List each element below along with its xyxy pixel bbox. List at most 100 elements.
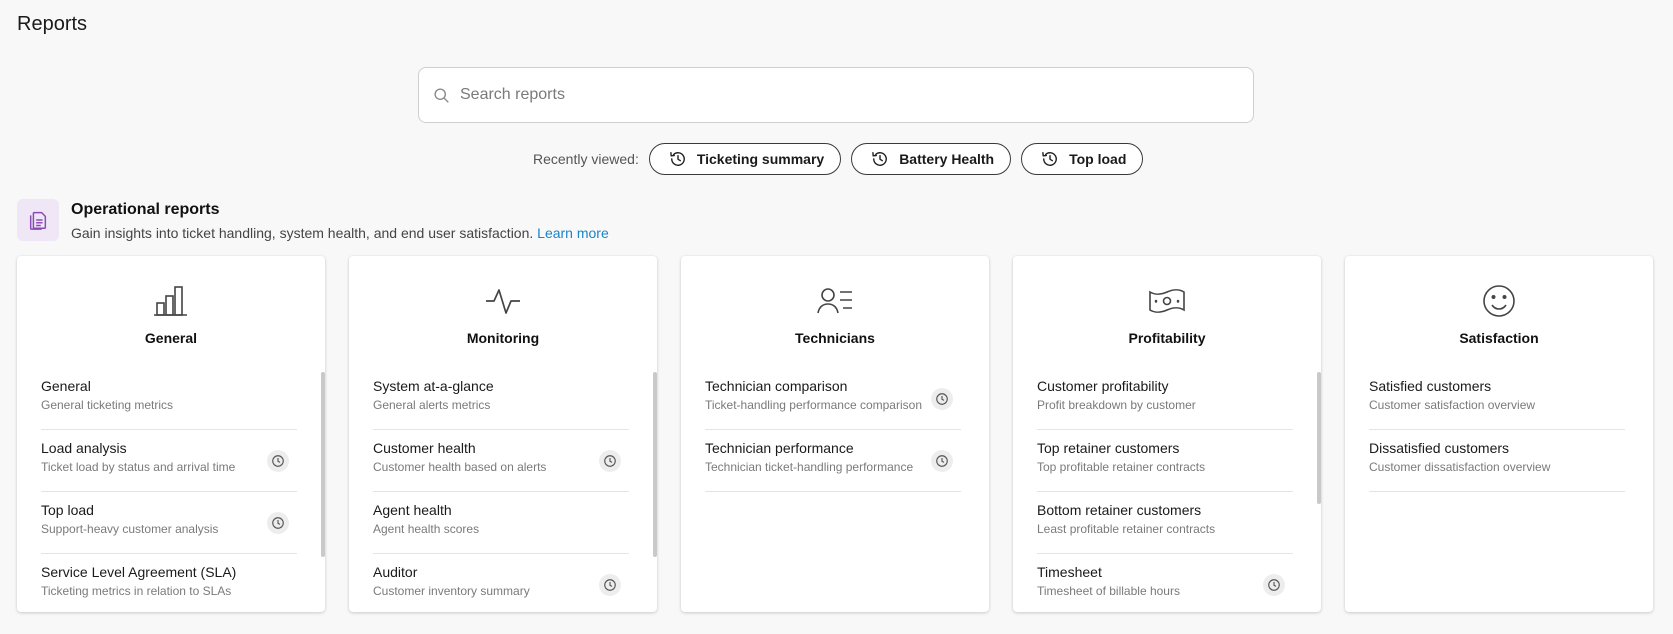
report-item-technician-comparison[interactable]: Technician comparison Ticket-handling per… [705, 368, 961, 430]
report-item-description: Customer dissatisfaction overview [1369, 460, 1551, 474]
search-bar[interactable] [418, 67, 1254, 123]
report-item-title: Auditor [373, 564, 418, 580]
report-item-title: Satisfied customers [1369, 378, 1492, 394]
report-item-description: Profit breakdown by customer [1037, 398, 1196, 412]
card-title: Profitability [1128, 330, 1206, 346]
report-item-general[interactable]: General General ticketing metrics [41, 368, 297, 430]
card-title: Satisfaction [1459, 330, 1539, 346]
report-item-title: System at-a-glance [373, 378, 494, 394]
report-item-description: Customer health based on alerts [373, 460, 547, 474]
clock-icon [1263, 574, 1285, 596]
recent-chip-top-load[interactable]: Top load [1021, 143, 1144, 175]
report-item-title: Technician comparison [705, 378, 848, 394]
report-card-satisfaction: Satisfaction Satisfied customers Customer … [1345, 256, 1653, 612]
report-item-description: General alerts metrics [373, 398, 491, 412]
section-description-text: Gain insights into ticket handling, syst… [71, 225, 534, 241]
search-input[interactable] [460, 86, 1253, 104]
card-title: Monitoring [466, 330, 540, 346]
report-card-technicians: Technicians Technician comparison Ticket-h… [681, 256, 989, 612]
clock-icon [931, 388, 953, 410]
report-item-title: Customer profitability [1037, 378, 1169, 394]
card-title: General [144, 330, 198, 346]
section-header: Operational reports Gain insights into t… [17, 199, 609, 241]
report-list: General General ticketing metrics Load ana… [41, 368, 297, 612]
report-item-description: Timesheet of billable hours [1037, 584, 1180, 598]
report-item-top-retainer-customers[interactable]: Top retainer customers Top profitable ret… [1037, 430, 1293, 492]
report-card-monitoring: Monitoring System at-a-glance General aler… [349, 256, 657, 612]
page-title: Reports [17, 13, 88, 35]
report-item-description: Customer satisfaction overview [1369, 398, 1536, 412]
recent-chip-label: Ticketing summary [696, 151, 825, 167]
recently-viewed-label: Recently viewed: [533, 151, 639, 167]
banknote-icon [1147, 281, 1187, 321]
clock-icon [599, 450, 621, 472]
report-item-title: Bottom retainer customers [1037, 502, 1202, 518]
report-item-description: Ticket-handling performance comparison [705, 398, 922, 412]
report-item-title: Customer health [373, 440, 476, 456]
report-item-description: Ticket load by status and arrival time [41, 460, 236, 474]
report-item-timesheet[interactable]: Timesheet Timesheet of billable hours [1037, 554, 1293, 612]
report-item-title: Dissatisfied customers [1369, 440, 1510, 456]
reports-icon [17, 199, 59, 241]
report-item-title: Technician performance [705, 440, 854, 456]
report-item-description: Agent health scores [373, 522, 480, 536]
history-icon [1042, 152, 1058, 166]
report-item-satisfied-customers[interactable]: Satisfied customers Customer satisfaction… [1369, 368, 1625, 430]
learn-more-link[interactable]: Learn more [537, 225, 609, 241]
report-item-bottom-retainer-customers[interactable]: Bottom retainer customers Least profitabl… [1037, 492, 1293, 554]
report-item-auditor[interactable]: Auditor Customer inventory summary [373, 554, 629, 612]
report-item-agent-health[interactable]: Agent health Agent health scores [373, 492, 629, 554]
report-item-load-analysis[interactable]: Load analysis Ticket load by status and a… [41, 430, 297, 492]
report-item-service-level-agreement-sla[interactable]: Service Level Agreement (SLA) Ticketing m… [41, 554, 297, 612]
report-list: Technician comparison Ticket-handling per… [705, 368, 961, 492]
history-icon [872, 152, 888, 166]
report-item-description: Technician ticket-handling performance [705, 460, 914, 474]
scrollbar[interactable] [1317, 372, 1321, 504]
report-item-customer-profitability[interactable]: Customer profitability Profit breakdown b… [1037, 368, 1293, 430]
report-item-title: Top load [41, 502, 94, 518]
pulse-icon [483, 281, 523, 321]
clock-icon [931, 450, 953, 472]
report-card-profitability: Profitability Customer profitability Profi… [1013, 256, 1321, 612]
report-list: Customer profitability Profit breakdown b… [1037, 368, 1293, 612]
smiley-icon [1479, 281, 1519, 321]
report-card-general: General General General ticketing metrics L… [17, 256, 325, 612]
report-item-title: General [41, 378, 91, 394]
report-item-description: Customer inventory summary [373, 584, 530, 598]
recent-chip-label: Top load [1069, 151, 1127, 167]
report-cards: General General General ticketing metrics L… [17, 256, 1653, 612]
report-item-system-at-a-glance[interactable]: System at-a-glance General alerts metrics [373, 368, 629, 430]
recent-chip-label: Battery Health [899, 151, 995, 167]
report-item-title: Agent health [373, 502, 452, 518]
report-item-description: Least profitable retainer contracts [1037, 522, 1216, 536]
report-item-description: Support-heavy customer analysis [41, 522, 219, 536]
report-list: Satisfied customers Customer satisfaction… [1369, 368, 1625, 492]
scrollbar[interactable] [321, 372, 325, 557]
report-item-title: Service Level Agreement (SLA) [41, 564, 237, 580]
report-item-technician-performance[interactable]: Technician performance Technician ticket-… [705, 430, 961, 492]
report-item-title: Load analysis [41, 440, 127, 456]
report-item-dissatisfied-customers[interactable]: Dissatisfied customers Customer dissatisf… [1369, 430, 1625, 492]
user-list-icon [815, 281, 855, 321]
report-item-description: Ticketing metrics in relation to SLAs [41, 584, 232, 598]
report-list: System at-a-glance General alerts metrics… [373, 368, 629, 612]
recent-chip-battery-health[interactable]: Battery Health [851, 143, 1012, 175]
clock-icon [267, 512, 289, 534]
section-description: Gain insights into ticket handling, syst… [71, 225, 609, 241]
search-icon [434, 87, 449, 103]
history-icon [670, 152, 685, 166]
scrollbar[interactable] [653, 372, 657, 557]
clock-icon [599, 574, 621, 596]
report-item-customer-health[interactable]: Customer health Customer health based on … [373, 430, 629, 492]
clock-icon [267, 450, 289, 472]
report-item-description: Top profitable retainer contracts [1037, 460, 1206, 474]
bar-chart-icon [151, 281, 191, 321]
section-title: Operational reports [71, 201, 220, 218]
card-title: Technicians [795, 330, 875, 346]
recently-viewed: Recently viewed: Ticketing summary Batte… [533, 143, 1144, 175]
report-item-title: Top retainer customers [1037, 440, 1180, 456]
report-item-top-load[interactable]: Top load Support-heavy customer analysis [41, 492, 297, 554]
report-item-title: Timesheet [1037, 564, 1102, 580]
report-item-description: General ticketing metrics [41, 398, 174, 412]
recent-chip-ticketing-summary[interactable]: Ticketing summary [648, 143, 842, 175]
